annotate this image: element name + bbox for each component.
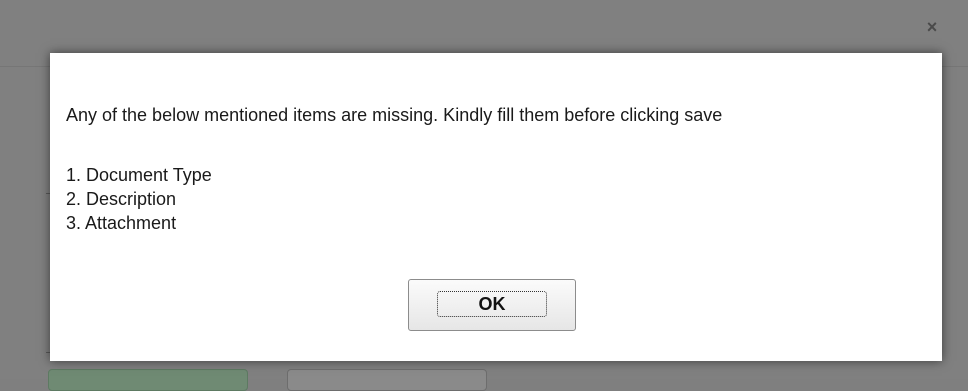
alert-dialog: Any of the below mentioned items are mis… [50, 53, 942, 361]
missing-items-list: 1. Document Type 2. Description 3. Attac… [66, 163, 212, 235]
background-secondary-button [287, 369, 487, 391]
missing-item: 3. Attachment [66, 213, 177, 233]
background-primary-button [48, 369, 248, 391]
ok-button-label: OK [478, 294, 506, 314]
missing-item: 2. Description [66, 189, 177, 209]
missing-item: 1. Document Type [66, 165, 212, 185]
close-icon[interactable]: × [921, 16, 943, 38]
ok-button[interactable]: OK [408, 279, 576, 331]
alert-message: Any of the below mentioned items are mis… [66, 105, 723, 125]
